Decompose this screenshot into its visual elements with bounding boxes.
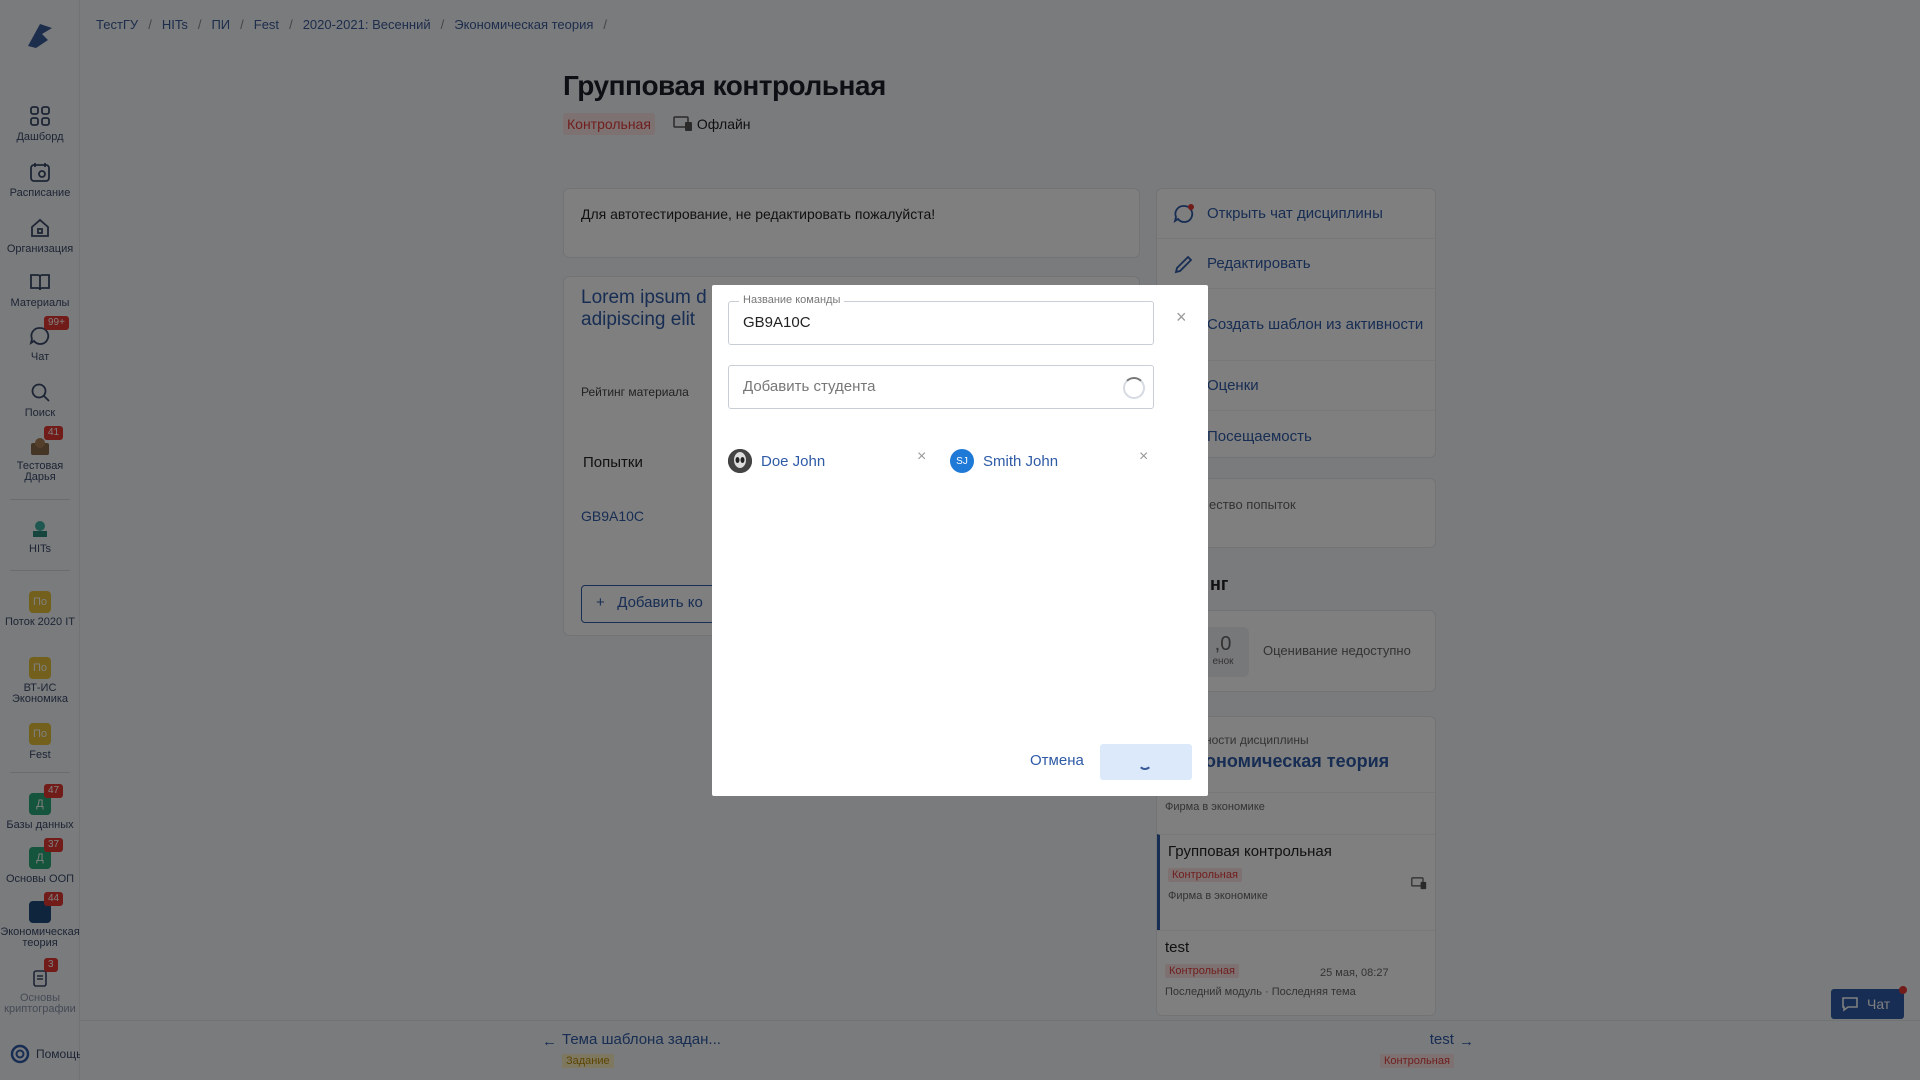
student-name[interactable]: Doe John xyxy=(761,453,825,470)
loading-spinner-icon xyxy=(1138,756,1152,770)
student-chip: SJ Smith John xyxy=(950,449,1058,473)
team-name-field[interactable]: Название команды GB9A10C xyxy=(728,294,1154,345)
add-student-placeholder: Добавить студента xyxy=(743,378,876,395)
student-avatar xyxy=(728,449,752,473)
close-icon[interactable]: × xyxy=(1176,307,1187,328)
student-avatar: SJ xyxy=(950,449,974,473)
team-name-label: Название команды xyxy=(739,294,845,306)
loading-spinner-icon xyxy=(1123,377,1145,399)
remove-student-icon[interactable]: × xyxy=(1139,448,1148,466)
add-student-input[interactable]: Добавить студента xyxy=(728,365,1154,409)
team-edit-dialog: × Название команды GB9A10C Добавить студ… xyxy=(712,285,1208,796)
remove-student-icon[interactable]: × xyxy=(917,448,926,466)
student-chip: Doe John xyxy=(728,449,825,473)
student-name[interactable]: Smith John xyxy=(983,453,1058,470)
team-name-value: GB9A10C xyxy=(743,314,811,331)
save-button[interactable] xyxy=(1100,744,1192,780)
cancel-button[interactable]: Отмена xyxy=(1030,752,1084,769)
